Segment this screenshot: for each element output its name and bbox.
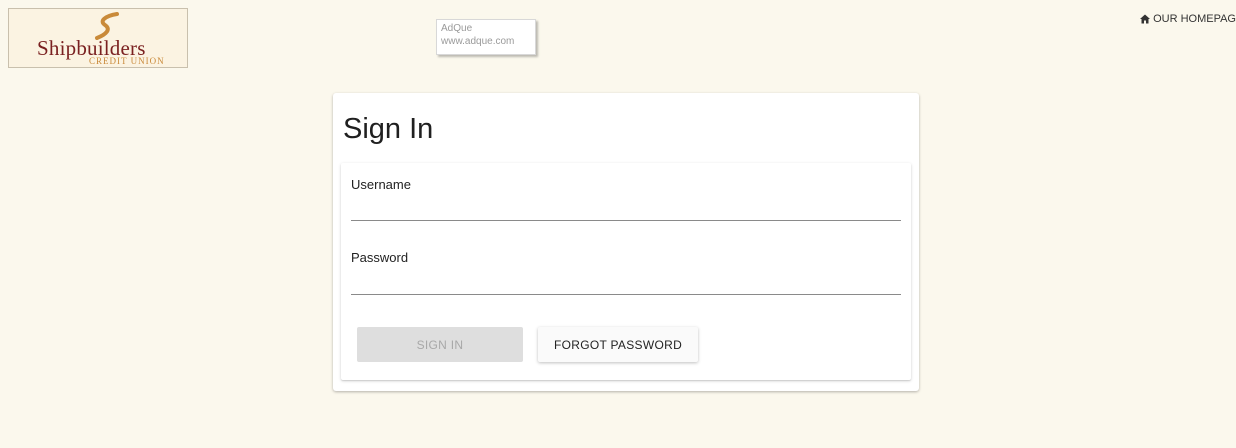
password-field[interactable] bbox=[351, 269, 901, 295]
signin-form: Username Password SIGN IN FORGOT PASSWOR… bbox=[341, 163, 911, 380]
homepage-label: OUR HOMEPAG bbox=[1153, 13, 1236, 25]
ad-url: www.adque.com bbox=[441, 36, 515, 47]
logo-subtitle: CREDIT UNION bbox=[89, 56, 165, 66]
page-title: Sign In bbox=[343, 113, 434, 145]
our-homepage-link[interactable]: OUR HOMEPAG bbox=[1140, 13, 1236, 25]
password-label: Password bbox=[351, 250, 409, 265]
username-field[interactable] bbox=[351, 195, 901, 221]
home-icon bbox=[1140, 14, 1151, 24]
signin-card: Sign In Username Password SIGN IN FORGOT… bbox=[333, 93, 919, 391]
logo[interactable]: Shipbuilders CREDIT UNION bbox=[8, 8, 188, 68]
page: Shipbuilders CREDIT UNION AdQue www.adqu… bbox=[0, 0, 1236, 448]
sign-in-button[interactable]: SIGN IN bbox=[357, 327, 523, 362]
username-label: Username bbox=[351, 177, 411, 192]
ad-box[interactable]: AdQue www.adque.com bbox=[436, 19, 536, 55]
ad-title: AdQue bbox=[441, 23, 473, 34]
forgot-password-button[interactable]: FORGOT PASSWORD bbox=[538, 327, 698, 362]
